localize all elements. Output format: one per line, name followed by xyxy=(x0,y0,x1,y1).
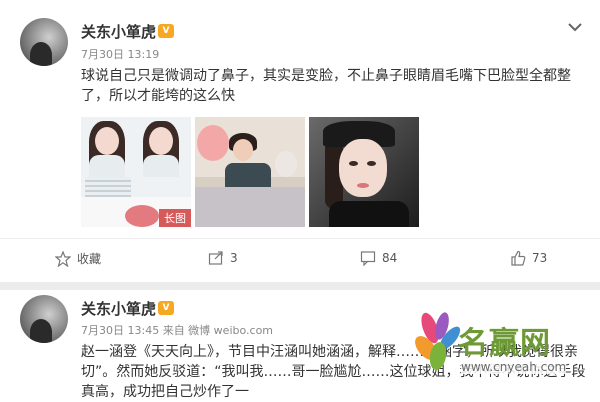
watermark-url: www.cnyeah.com xyxy=(461,360,567,374)
favorite-label: 收藏 xyxy=(77,252,102,266)
username[interactable]: 关东小箪虎 xyxy=(81,298,156,319)
weibo-post: 关东小箪虎 V 7月30日 13:19 球说自己只是微调动了鼻子，其实是变脸，不… xyxy=(0,0,600,282)
post-image-3[interactable] xyxy=(309,117,419,227)
share-count: 3 xyxy=(230,251,238,265)
comment-count: 84 xyxy=(382,251,398,265)
long-image-badge: 长图 xyxy=(159,209,191,227)
like-count: 73 xyxy=(532,251,548,265)
username[interactable]: 关东小箪虎 xyxy=(81,21,156,42)
comment-button[interactable]: 84 xyxy=(360,250,397,266)
post-meta: 7月30日 13:19 xyxy=(81,48,160,61)
post-image-1[interactable]: 长图 xyxy=(81,117,191,227)
post-divider xyxy=(0,282,600,290)
post-meta: 7月30日 13:45 来自 微博 weibo.com xyxy=(81,324,274,337)
watermark-logo-icon xyxy=(415,312,461,370)
post-text: 球说自己只是微调动了鼻子，其实是变脸，不止鼻子眼睛眉毛嘴下巴脸型全都整了，所以才… xyxy=(81,68,571,104)
comment-icon xyxy=(360,251,376,266)
post-image-2[interactable] xyxy=(195,117,305,227)
vip-badge-icon: V xyxy=(158,301,174,315)
share-icon xyxy=(208,251,223,265)
avatar[interactable] xyxy=(20,18,68,66)
like-button[interactable]: 73 xyxy=(510,250,547,266)
thumbs-up-icon xyxy=(511,250,526,266)
star-icon xyxy=(55,250,71,267)
avatar[interactable] xyxy=(20,295,68,343)
watermark-title: 名赢网 xyxy=(458,326,551,361)
share-button[interactable]: 3 xyxy=(208,250,238,266)
action-bar: 收藏 3 84 73 xyxy=(0,238,600,277)
vip-badge-icon: V xyxy=(158,24,174,38)
favorite-button[interactable]: 收藏 xyxy=(55,250,101,267)
chevron-down-icon[interactable] xyxy=(568,22,582,32)
